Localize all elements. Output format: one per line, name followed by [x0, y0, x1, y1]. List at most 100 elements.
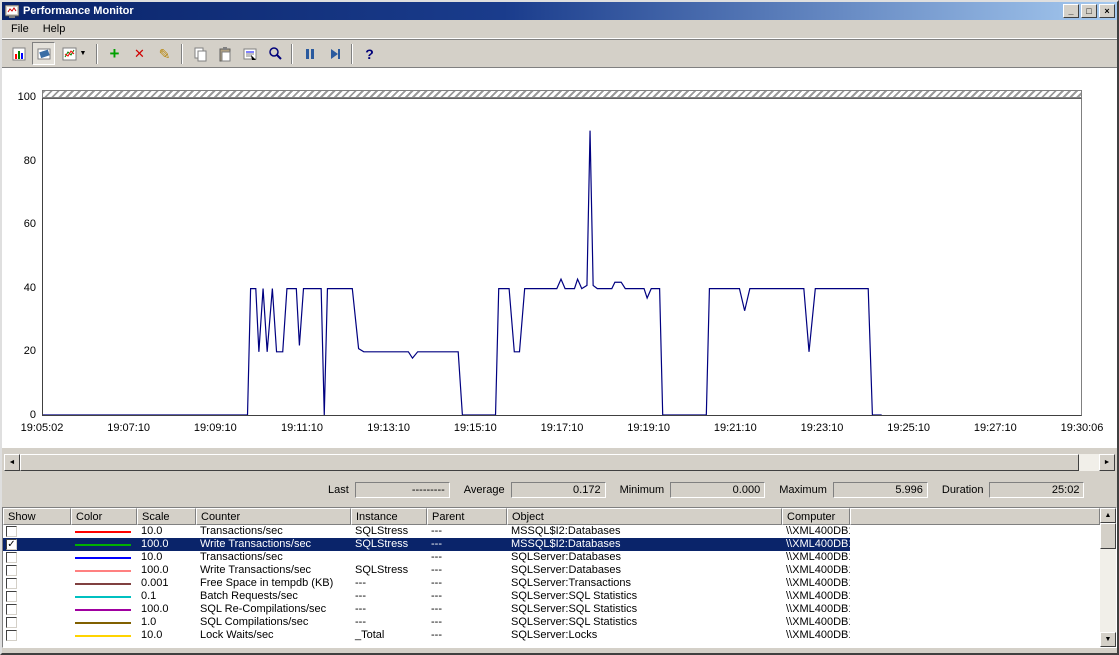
cell-counter: Write Transactions/sec: [196, 538, 351, 551]
menu-help[interactable]: Help: [36, 21, 73, 37]
paste-icon: [217, 46, 233, 62]
counter-color-swatch: [75, 622, 131, 624]
chart-horizontal-scrollbar[interactable]: ◄ ►: [4, 454, 1115, 471]
cell-object: MSSQL$I2:Databases: [507, 538, 782, 551]
cell-instance: ---: [351, 603, 427, 616]
counter-row[interactable]: 0.001Free Space in tempdb (KB)------SQLS…: [3, 577, 850, 590]
column-header-color[interactable]: Color: [71, 508, 137, 525]
x-tick-label: 19:17:10: [530, 422, 594, 434]
help-button[interactable]: ?: [358, 42, 381, 65]
clear-display-button[interactable]: [32, 42, 55, 65]
highlight-button[interactable]: ✎: [153, 42, 176, 65]
x-tick-label: 19:05:02: [10, 422, 74, 434]
cell-instance: ---: [351, 577, 427, 590]
show-checkbox[interactable]: [6, 526, 17, 537]
scroll-right-button[interactable]: ►: [1099, 454, 1115, 471]
close-button[interactable]: ×: [1099, 4, 1115, 18]
vscrollbar-track[interactable]: [1100, 523, 1116, 632]
column-header-computer[interactable]: Computer: [782, 508, 850, 525]
paste-counter-list-button[interactable]: [213, 42, 236, 65]
cell-object: SQLServer:Databases: [507, 551, 782, 564]
status-strip: [2, 648, 1117, 653]
y-tick-label: 60: [2, 218, 36, 230]
cell-computer: \\XML400DB1: [782, 551, 850, 564]
counter-color-swatch: [75, 635, 131, 637]
last-label: Last: [328, 484, 349, 496]
menu-bar: FileHelp: [2, 20, 1117, 39]
cell-parent: ---: [427, 616, 507, 629]
new-counter-set-button[interactable]: [7, 42, 30, 65]
scroll-down-button[interactable]: ▼: [1100, 632, 1116, 647]
scroll-left-button[interactable]: ◄: [4, 454, 20, 471]
title-bar[interactable]: Performance Monitor _ □ ×: [2, 2, 1117, 20]
average-stat: Average0.172: [464, 482, 606, 498]
show-checkbox[interactable]: [6, 578, 17, 589]
last-stat: Last---------: [328, 482, 450, 498]
column-header-scale[interactable]: Scale: [137, 508, 196, 525]
counter-row[interactable]: 100.0Write Transactions/secSQLStress---S…: [3, 564, 850, 577]
cell-counter: Batch Requests/sec: [196, 590, 351, 603]
show-checkbox[interactable]: [6, 604, 17, 615]
cell-parent: ---: [427, 603, 507, 616]
cell-computer: \\XML400DB1: [782, 577, 850, 590]
freeze-display-button[interactable]: [298, 42, 321, 65]
counter-row[interactable]: 0.1Batch Requests/sec------SQLServer:SQL…: [3, 590, 850, 603]
cell-instance: _Total: [351, 629, 427, 642]
x-tick-label: 19:25:10: [877, 422, 941, 434]
counter-row[interactable]: 10.0Lock Waits/sec_Total---SQLServer:Loc…: [3, 629, 850, 642]
counter-row[interactable]: ✓ 100.0Write Transactions/secSQLStress---…: [3, 538, 850, 551]
minimum-label: Minimum: [620, 484, 665, 496]
counter-row[interactable]: 100.0SQL Re-Compilations/sec------SQLSer…: [3, 603, 850, 616]
counter-row[interactable]: 10.0Transactions/sec---SQLServer:Databas…: [3, 551, 850, 564]
toolbar-separator: [96, 44, 98, 64]
view-selector-button[interactable]: ▼: [57, 42, 91, 65]
chart-panel: 02040608010019:05:0219:07:1019:09:1019:1…: [2, 68, 1117, 448]
cell-counter: Transactions/sec: [196, 551, 351, 564]
plot-area: [42, 98, 1082, 416]
delete-counter-button[interactable]: ✕: [128, 42, 151, 65]
cell-instance: ---: [351, 616, 427, 629]
column-header-object[interactable]: Object: [507, 508, 782, 525]
show-checkbox[interactable]: [6, 565, 17, 576]
show-checkbox[interactable]: [6, 630, 17, 641]
cell-scale: 0.001: [137, 577, 196, 590]
copy-properties-button[interactable]: [188, 42, 211, 65]
cell-object: SQLServer:Locks: [507, 629, 782, 642]
cell-computer: \\XML400DB1: [782, 616, 850, 629]
hscrollbar-track[interactable]: [20, 454, 1099, 471]
update-data-button[interactable]: [323, 42, 346, 65]
cell-instance: SQLStress: [351, 538, 427, 551]
cell-parent: ---: [427, 538, 507, 551]
add-counter-button[interactable]: +: [103, 42, 126, 65]
column-header-parent[interactable]: Parent: [427, 508, 507, 525]
cell-scale: 100.0: [137, 538, 196, 551]
vscrollbar-thumb[interactable]: [1100, 523, 1116, 549]
minimize-button[interactable]: _: [1063, 4, 1079, 18]
counter-color-swatch: [75, 596, 131, 598]
magnifier-icon: [267, 46, 283, 62]
column-header-instance[interactable]: Instance: [351, 508, 427, 525]
legend-vertical-scrollbar[interactable]: ▲ ▼: [1100, 508, 1116, 647]
chevron-down-icon[interactable]: ▼: [80, 50, 87, 57]
toolbar: ▼ + ✕ ✎: [2, 39, 1117, 68]
show-checkbox[interactable]: ✓: [6, 539, 17, 550]
average-label: Average: [464, 484, 505, 496]
maximum-stat: Maximum5.996: [779, 482, 928, 498]
column-header-counter[interactable]: Counter: [196, 508, 351, 525]
window-title: Performance Monitor: [23, 5, 1063, 17]
properties-button[interactable]: [238, 42, 261, 65]
counter-row[interactable]: 1.0SQL Compilations/sec------SQLServer:S…: [3, 616, 850, 629]
scroll-up-button[interactable]: ▲: [1100, 508, 1116, 523]
cell-instance: SQLStress: [351, 564, 427, 577]
show-checkbox[interactable]: [6, 552, 17, 563]
column-header-show[interactable]: Show: [3, 508, 71, 525]
show-checkbox[interactable]: [6, 617, 17, 628]
show-checkbox[interactable]: [6, 591, 17, 602]
hscrollbar-thumb[interactable]: [20, 454, 1079, 471]
cell-parent: ---: [427, 525, 507, 538]
counter-row[interactable]: 10.0Transactions/secSQLStress---MSSQL$I2…: [3, 525, 850, 538]
menu-file[interactable]: File: [4, 21, 36, 37]
app-icon: [4, 4, 20, 18]
zoom-button[interactable]: [263, 42, 286, 65]
maximize-button[interactable]: □: [1081, 4, 1097, 18]
